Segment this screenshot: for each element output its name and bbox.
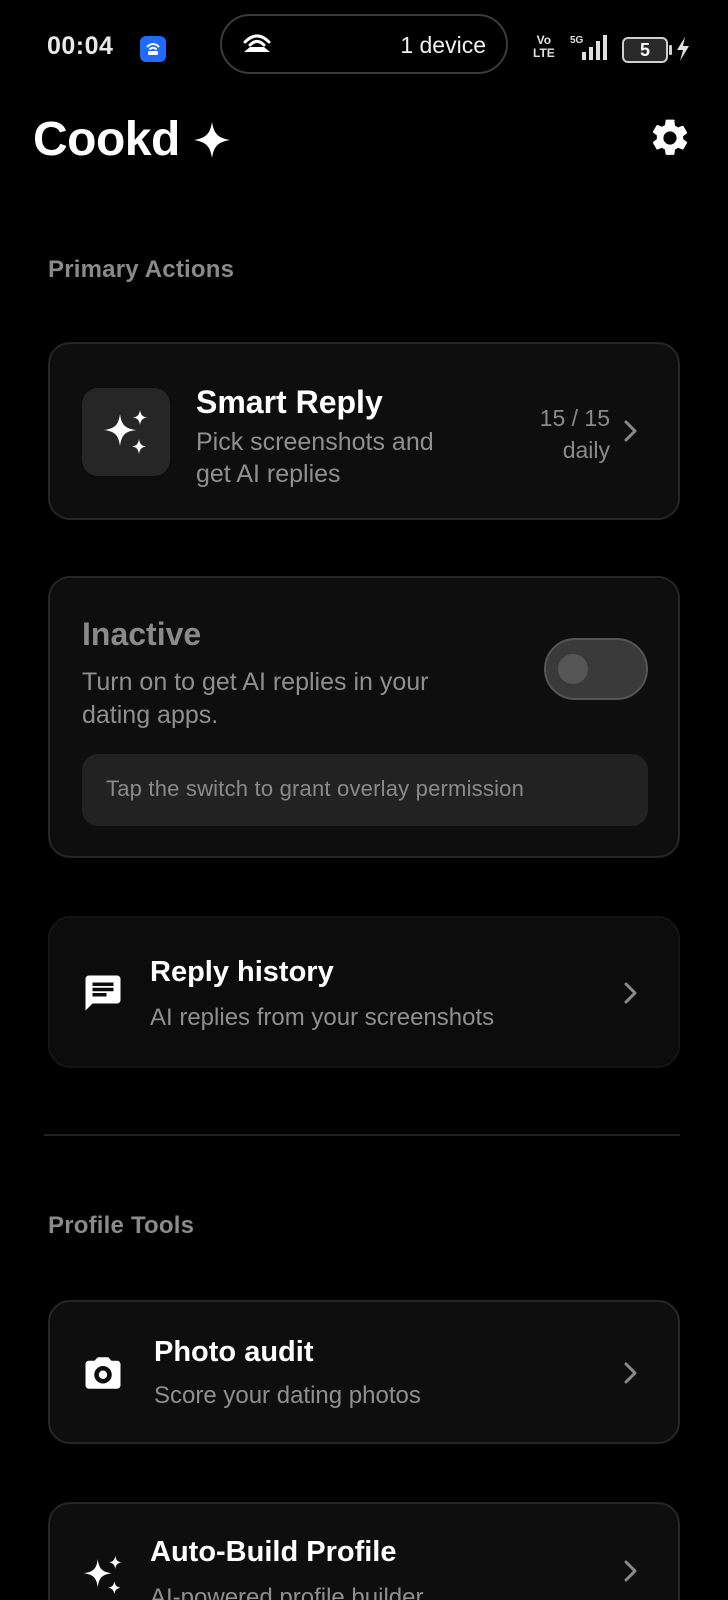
auto-build-title: Auto-Build Profile [150,1536,397,1568]
battery-level: 5 [639,40,650,60]
status-bar: 00:04 1 device Vo LTE 5G 5 [0,0,728,96]
chevron-right-icon [624,982,637,1004]
overlay-permission-hint: Tap the switch to grant overlay permissi… [82,754,648,826]
toggle-knob [558,654,588,684]
app-title: Cookd [33,113,180,166]
charging-icon [675,36,691,67]
message-icon [85,975,121,1011]
overlay-status-title: Inactive [82,616,202,652]
overlay-status-card: Inactive Turn on to get AI replies in yo… [48,576,680,858]
photo-audit-title: Photo audit [154,1336,314,1368]
status-time: 00:04 [47,32,114,60]
chevron-right-icon [624,1560,637,1582]
sparkle-icon [193,121,231,164]
chevron-right-icon [624,1362,637,1384]
photo-audit-card[interactable]: Photo audit Score your dating photos [48,1300,680,1444]
smart-reply-title: Smart Reply [196,384,383,420]
reply-history-card[interactable]: Reply history AI replies from your scree… [48,916,680,1068]
hotspot-icon [240,30,274,63]
auto-build-subtitle: AI-powered profile builder [150,1584,424,1600]
settings-button[interactable] [648,116,692,160]
app-notification-icon [140,36,166,62]
auto-build-profile-card[interactable]: Auto-Build Profile AI-powered profile bu… [48,1502,680,1600]
battery-icon: 5 [622,37,672,63]
section-label-primary: Primary Actions [48,256,235,283]
hotspot-device-count: 1 device [400,32,486,58]
hotspot-pill[interactable]: 1 device [220,14,508,74]
reply-history-subtitle: AI replies from your screenshots [150,1004,495,1031]
reply-history-title: Reply history [150,956,334,988]
overlay-description-line2: dating apps. [82,701,219,729]
camera-icon [85,1357,121,1389]
chevron-right-icon [624,420,637,442]
photo-audit-subtitle: Score your dating photos [154,1382,421,1409]
overlay-hint-text: Tap the switch to grant overlay permissi… [106,776,525,801]
overlay-toggle[interactable] [544,638,648,700]
smart-reply-icon-box [82,388,170,476]
volte-indicator: Vo LTE [533,34,555,60]
sparkles-icon [83,1555,122,1595]
smart-reply-quota: 15 / 15 daily [520,402,610,466]
overlay-description-line1: Turn on to get AI replies in your [82,668,429,696]
app-screen: 00:04 1 device Vo LTE 5G 5 Cookd Primary… [0,0,728,1600]
gear-icon [652,119,688,155]
smart-reply-subtitle-line1: Pick screenshots and [196,428,434,456]
signal-icon: 5G [568,32,614,67]
overlay-description: Turn on to get AI replies in your dating… [82,666,502,732]
sparkles-icon [104,410,147,454]
smart-reply-subtitle: Pick screenshots and get AI replies [196,426,434,490]
network-type-label: 5G [570,35,584,46]
quota-unit: daily [562,437,610,463]
section-label-profile: Profile Tools [48,1212,195,1239]
smart-reply-card[interactable]: Smart Reply Pick screenshots and get AI … [48,342,680,520]
quota-count: 15 / 15 [539,405,610,431]
smart-reply-subtitle-line2: get AI replies [196,460,341,488]
section-divider [44,1134,680,1136]
volte-bottom: LTE [533,46,555,60]
